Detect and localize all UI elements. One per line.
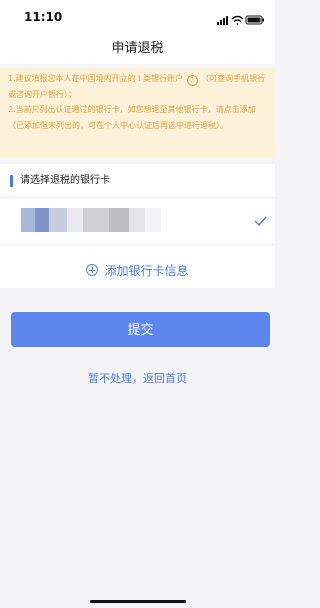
bank-card-option[interactable]: [0, 198, 275, 243]
mask-block: [83, 208, 109, 232]
page-title: 申请退税: [111, 41, 164, 56]
mask-block: [145, 208, 161, 232]
notice-banner: 1.建议填报您本人在中国境内开立的 I 类银行账户 ? （可查询手机银行或咨询开…: [0, 68, 275, 158]
check-icon: [254, 211, 267, 230]
mask-block: [109, 208, 129, 232]
mask-block: [129, 208, 145, 232]
battery-icon: [245, 15, 264, 25]
notice-line-1: 1.建议填报您本人在中国境内开立的 I 类银行账户 ? （可查询手机银行或咨询开…: [8, 71, 267, 102]
section-accent-bar: [10, 175, 13, 187]
mask-block: [21, 208, 35, 232]
status-time: 11:10: [24, 10, 63, 24]
section-title: 请选择退税的银行卡: [20, 175, 110, 186]
mask-block: [67, 208, 83, 232]
bank-card-section: 请选择退税的银行卡 添加银行卡信息: [0, 164, 275, 288]
signal-icon: [217, 16, 228, 25]
nav-bar: 申请退税: [0, 36, 275, 64]
notice-line-1-text: 1.建议填报您本人在中国境内开立的 I 类银行账户: [8, 74, 184, 83]
status-icons: [217, 11, 265, 30]
bank-card-number-masked: [21, 208, 161, 232]
divider: [0, 244, 275, 245]
help-icon[interactable]: ?: [186, 75, 198, 86]
mask-block: [35, 208, 49, 232]
home-indicator: [90, 600, 186, 603]
back-home-link[interactable]: 暂不处理，返回首页: [0, 370, 275, 386]
add-circle-icon: [86, 264, 99, 276]
status-bar: 11:10: [0, 0, 275, 36]
mask-block: [49, 208, 67, 232]
add-bank-card-button[interactable]: 添加银行卡信息: [0, 256, 275, 284]
submit-button[interactable]: 提交: [11, 312, 270, 347]
notice-line-2: 2.当前只列出认证通过的银行卡，如您想退至其他银行卡，请点击添加（已添加但未列出…: [8, 105, 256, 130]
add-bank-card-label: 添加银行卡信息: [104, 263, 189, 278]
wifi-icon: [231, 15, 244, 25]
